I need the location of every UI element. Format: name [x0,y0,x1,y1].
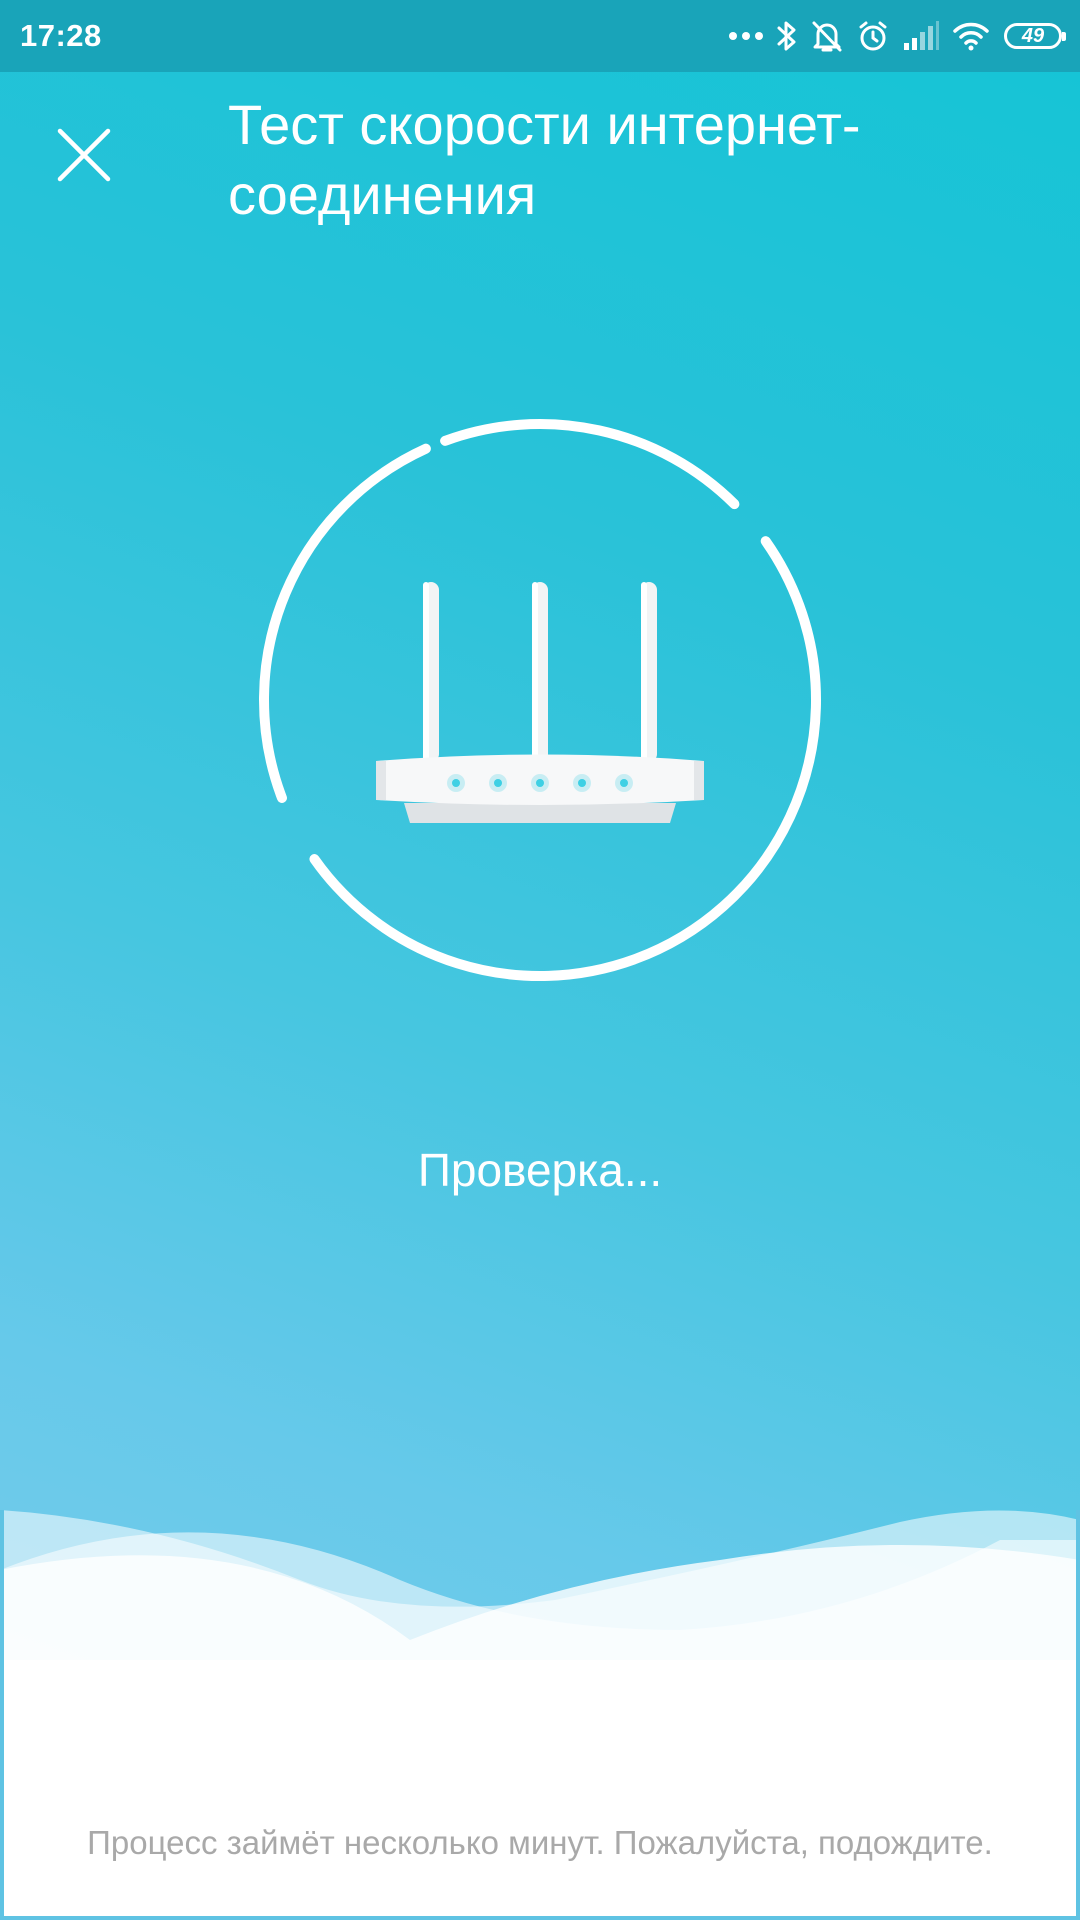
alarm-icon [859,21,887,51]
checking-status: Проверка... [417,1144,663,1196]
bluetooth-icon [777,21,796,51]
close-icon [57,128,111,182]
page-title: Тест скорости интернет-соединения [228,93,861,226]
router-icon [376,582,704,823]
status-bar: 17:28 49 [0,0,1080,72]
battery-icon: 49 [1004,23,1066,49]
silent-mode-icon [812,21,842,52]
wait-hint: Процесс займёт несколько минут. Пожалуйс… [87,1824,993,1861]
status-time: 17:28 [20,18,102,53]
wifi-icon [953,22,989,51]
close-button[interactable] [44,115,124,195]
more-dots-icon [729,32,763,40]
status-icons: 49 [716,14,1066,58]
speed-test-screen: 17:28 49 Тест скорости интернет-соединен… [0,0,1080,1920]
battery-level: 49 [1021,24,1045,47]
signal-icon [904,21,939,50]
